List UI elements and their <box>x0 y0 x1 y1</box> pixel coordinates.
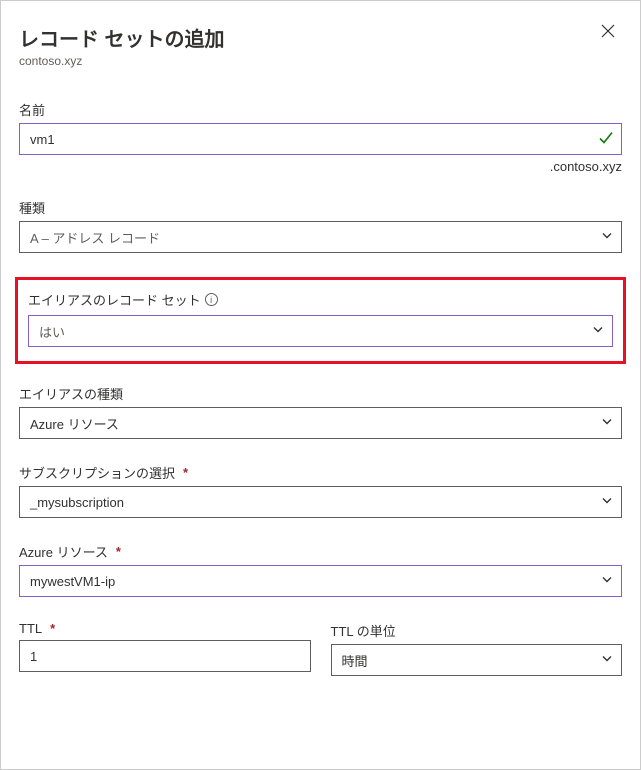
type-field-group: 種類 A – アドレス レコード <box>19 198 622 253</box>
subscription-field-group: サブスクリプションの選択 * _mysubscription <box>19 463 622 518</box>
check-icon <box>598 130 614 149</box>
alias-type-label: エイリアスの種類 <box>19 384 622 403</box>
panel-header: レコード セットの追加 contoso.xyz <box>19 17 622 100</box>
alias-record-set-label: エイリアスのレコード セット i <box>28 290 613 309</box>
info-icon[interactable]: i <box>205 293 218 306</box>
close-button[interactable] <box>594 17 622 48</box>
name-suffix: .contoso.xyz <box>19 159 622 174</box>
azure-resource-label: Azure リソース * <box>19 542 622 561</box>
subscription-select[interactable]: _mysubscription <box>19 486 622 518</box>
chevron-down-icon <box>592 324 604 339</box>
ttl-field-group: TTL * <box>19 621 311 676</box>
required-mark: * <box>50 621 55 636</box>
azure-resource-value: mywestVM1-ip <box>30 574 115 589</box>
ttl-label: TTL * <box>19 621 311 636</box>
name-label: 名前 <box>19 100 622 119</box>
panel-title: レコード セットの追加 <box>19 23 225 52</box>
subscription-value: _mysubscription <box>30 495 124 510</box>
name-input[interactable] <box>19 123 622 155</box>
alias-type-field-group: エイリアスの種類 Azure リソース <box>19 384 622 439</box>
ttl-row: TTL * TTL の単位 時間 <box>19 621 622 700</box>
required-mark: * <box>183 465 188 480</box>
type-select-value: A – アドレス レコード <box>30 228 160 247</box>
panel-subtitle: contoso.xyz <box>19 54 225 68</box>
ttl-input[interactable] <box>19 640 311 672</box>
alias-type-select[interactable]: Azure リソース <box>19 407 622 439</box>
alias-type-value: Azure リソース <box>30 414 119 433</box>
close-icon <box>600 27 616 42</box>
alias-record-set-value: はい <box>39 322 65 341</box>
alias-record-set-select[interactable]: はい <box>28 315 613 347</box>
chevron-down-icon <box>601 653 613 668</box>
type-label: 種類 <box>19 198 622 217</box>
chevron-down-icon <box>601 574 613 589</box>
ttl-unit-select[interactable]: 時間 <box>331 644 623 676</box>
type-select[interactable]: A – アドレス レコード <box>19 221 622 253</box>
chevron-down-icon <box>601 230 613 245</box>
chevron-down-icon <box>601 416 613 431</box>
name-field-group: 名前 .contoso.xyz <box>19 100 622 174</box>
azure-resource-field-group: Azure リソース * mywestVM1-ip <box>19 542 622 597</box>
ttl-unit-value: 時間 <box>342 651 368 670</box>
alias-record-set-highlight: エイリアスのレコード セット i はい <box>15 277 626 364</box>
required-mark: * <box>116 544 121 559</box>
subscription-label: サブスクリプションの選択 * <box>19 463 622 482</box>
chevron-down-icon <box>601 495 613 510</box>
add-record-set-panel: レコード セットの追加 contoso.xyz 名前 .contoso.xyz … <box>0 0 641 770</box>
azure-resource-select[interactable]: mywestVM1-ip <box>19 565 622 597</box>
ttl-unit-label: TTL の単位 <box>331 621 623 640</box>
ttl-unit-field-group: TTL の単位 時間 <box>331 621 623 676</box>
